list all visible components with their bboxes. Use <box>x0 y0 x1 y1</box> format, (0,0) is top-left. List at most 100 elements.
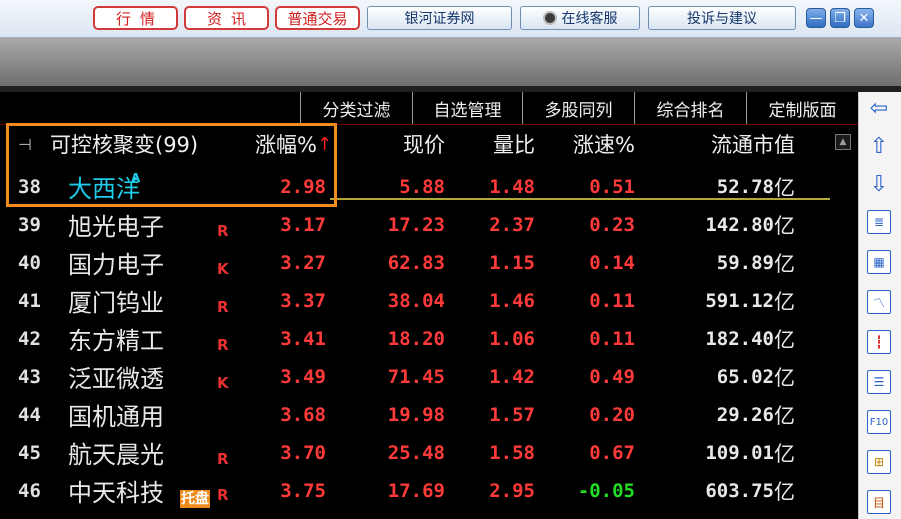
table-row[interactable]: 42 东方精工 R 3.41 18.20 1.06 0.11 182.40 亿 <box>0 320 858 357</box>
row-index: 45 <box>18 441 41 464</box>
line-chart-icon[interactable]: 〽 <box>867 290 891 314</box>
menu-multi-stock[interactable]: 多股同列 <box>522 92 634 124</box>
tuopan-badge: 托盘 <box>180 490 210 508</box>
menu-ranking[interactable]: 综合排名 <box>634 92 746 124</box>
speed: 0.23 <box>589 213 635 236</box>
scroll-up-icon[interactable]: ▲ <box>835 134 851 150</box>
restore-icon[interactable]: ❐ <box>830 8 850 28</box>
table-row[interactable]: 45 航天晨光 R 3.70 25.48 1.58 0.67 109.01 亿 <box>0 434 858 471</box>
speed: 0.11 <box>589 289 635 312</box>
header-speed[interactable]: 涨速% <box>540 125 635 163</box>
unit-label: 亿 <box>774 289 795 314</box>
volume-ratio: 2.37 <box>489 213 535 236</box>
market-cap: 182.40 亿 <box>640 320 795 357</box>
unit-label: 亿 <box>774 213 795 238</box>
yinhe-website-button[interactable]: 银河证券网 <box>367 6 512 30</box>
candlestick-icon[interactable]: ┇ <box>867 330 891 354</box>
market-cap: 65.02 亿 <box>640 358 795 395</box>
menu-watchlist[interactable]: 自选管理 <box>412 92 522 124</box>
volume-ratio: 1.15 <box>489 251 535 274</box>
f10-icon[interactable]: F10 <box>867 410 891 434</box>
price: 18.20 <box>387 327 445 350</box>
price: 17.69 <box>387 479 445 502</box>
change-pct: 3.27 <box>280 251 326 274</box>
stock-name: 国力电子 <box>68 251 164 279</box>
headset-icon <box>542 11 557 25</box>
info-icon[interactable]: 目 <box>867 490 891 514</box>
table-row[interactable]: 46 中天科技 托盘 R 3.75 17.69 2.95 -0.05 603.7… <box>0 472 858 509</box>
close-icon[interactable]: ✕ <box>854 8 874 28</box>
list-icon[interactable]: ☰ <box>867 370 891 394</box>
stock-flag: R <box>217 222 229 240</box>
unit-label: 亿 <box>774 441 795 466</box>
complaint-button[interactable]: 投诉与建议 <box>648 6 796 30</box>
tree-icon[interactable]: ⊞ <box>867 450 891 474</box>
change-pct: 3.49 <box>280 365 326 388</box>
header-price[interactable]: 现价 <box>350 125 445 163</box>
minimize-icon[interactable]: — <box>806 8 826 28</box>
speed: -0.05 <box>577 479 635 502</box>
arrow-down-icon[interactable]: ⇩ <box>867 172 891 197</box>
unit-label: 亿 <box>774 175 795 200</box>
unit-label: 亿 <box>774 327 795 352</box>
table-row[interactable]: 41 厦门钨业 R 3.37 38.04 1.46 0.11 591.12 亿 <box>0 282 858 319</box>
price: 38.04 <box>387 289 445 312</box>
speed: 0.67 <box>589 441 635 464</box>
stock-flag: R <box>217 298 229 316</box>
volume-ratio: 1.57 <box>489 403 535 426</box>
stock-name: 中天科技 <box>68 479 164 507</box>
row-index: 46 <box>18 479 41 502</box>
top-toolbar: 行情 资讯 普通交易 银河证券网 在线客服 投诉与建议 — ❐ ✕ <box>0 0 901 38</box>
market-cap: 142.80 亿 <box>640 206 795 243</box>
arrow-left-icon[interactable]: ⇦ <box>867 96 891 121</box>
header-market-cap[interactable]: 流通市值 <box>640 125 795 163</box>
change-pct: 3.41 <box>280 327 326 350</box>
volume-ratio: 1.58 <box>489 441 535 464</box>
menu-custom-layout[interactable]: 定制版面 <box>746 92 858 124</box>
row-index: 43 <box>18 365 41 388</box>
stock-name: 航天晨光 <box>68 441 164 469</box>
market-button[interactable]: 行情 <box>93 6 178 30</box>
table-row[interactable]: 39 旭光电子 R 3.17 17.23 2.37 0.23 142.80 亿 <box>0 206 858 243</box>
table-row[interactable]: 43 泛亚微透 K 3.49 71.45 1.42 0.49 65.02 亿 <box>0 358 858 395</box>
price: 17.23 <box>387 213 445 236</box>
speed: 0.11 <box>589 327 635 350</box>
change-pct: 3.75 <box>280 479 326 502</box>
table-row[interactable]: 44 国机通用 3.68 19.98 1.57 0.20 29.26 亿 <box>0 396 858 433</box>
row-index: 41 <box>18 289 41 312</box>
table-row[interactable]: 40 国力电子 K 3.27 62.83 1.15 0.14 59.89 亿 <box>0 244 858 281</box>
market-cap-value: 29.26 <box>716 403 774 426</box>
stock-flag: R <box>217 486 229 504</box>
volume-ratio: 1.42 <box>489 365 535 388</box>
market-cap-value: 59.89 <box>716 251 774 274</box>
unit-label: 亿 <box>774 251 795 276</box>
normal-trade-button[interactable]: 普通交易 <box>275 6 360 30</box>
menu-filter[interactable]: 分类过滤 <box>300 92 412 124</box>
price: 25.48 <box>387 441 445 464</box>
row-index: 42 <box>18 327 41 350</box>
market-cap-value: 52.78 <box>716 175 774 198</box>
stock-flag: R <box>217 336 229 354</box>
online-service-button[interactable]: 在线客服 <box>520 6 640 30</box>
row-index: 39 <box>18 213 41 236</box>
arrow-up-icon[interactable]: ⇧ <box>867 134 891 159</box>
change-pct: 3.17 <box>280 213 326 236</box>
volume-ratio: 1.06 <box>489 327 535 350</box>
market-cap-value: 603.75 <box>705 479 774 502</box>
unit-label: 亿 <box>774 403 795 428</box>
stock-flag: K <box>217 260 229 278</box>
stock-name: 旭光电子 <box>68 213 164 241</box>
price: 19.98 <box>387 403 445 426</box>
price: 62.83 <box>387 251 445 274</box>
report-icon[interactable]: ≣ <box>867 210 891 234</box>
news-button[interactable]: 资讯 <box>184 6 269 30</box>
market-cap: 109.01 亿 <box>640 434 795 471</box>
unit-label: 亿 <box>774 479 795 504</box>
market-cap-value: 142.80 <box>705 213 774 236</box>
online-service-label: 在线客服 <box>561 11 618 27</box>
grid-icon[interactable]: ▦ <box>867 250 891 274</box>
market-cap: 29.26 亿 <box>640 396 795 433</box>
market-cap: 59.89 亿 <box>640 244 795 281</box>
header-volume-ratio[interactable]: 量比 <box>450 125 535 163</box>
market-cap-value: 182.40 <box>705 327 774 350</box>
